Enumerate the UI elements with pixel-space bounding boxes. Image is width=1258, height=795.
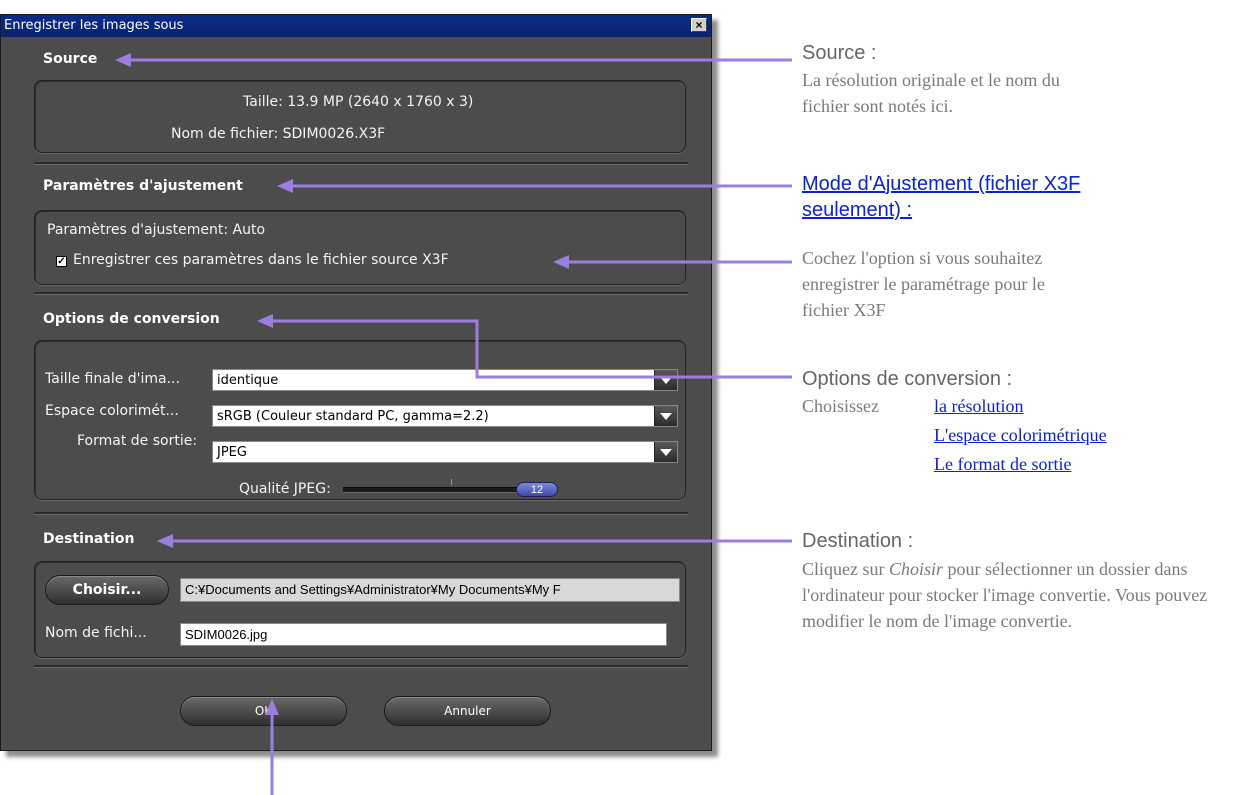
callout-arrows bbox=[115, 53, 792, 795]
arrowhead-icon bbox=[115, 53, 131, 67]
annotation-destination-choose: Choisir bbox=[889, 559, 944, 579]
annotation-adjust-link[interactable]: Mode d'Ajustement (fichier X3F seulement… bbox=[802, 171, 1102, 223]
arrowhead-icon bbox=[257, 314, 273, 328]
annotation-conversion-intro: Choisissez bbox=[802, 396, 880, 416]
conversion-arrow bbox=[270, 319, 792, 379]
link-resolution[interactable]: la résolution bbox=[934, 396, 1023, 417]
annotation-destination-body: Cliquez sur Choisir pour sélectionner un… bbox=[802, 556, 1252, 634]
arrowhead-icon bbox=[265, 699, 279, 715]
link-output-format[interactable]: Le format de sortie bbox=[934, 454, 1071, 475]
link-colorspace[interactable]: L'espace colorimétrique bbox=[934, 425, 1107, 446]
annotation-destination-text-a: Cliquez sur bbox=[802, 559, 889, 579]
annotation-conversion-heading: Options de conversion : bbox=[802, 368, 1013, 390]
annotation-adjust-body: Cochez l'option si vous souhaitez enregi… bbox=[802, 248, 1045, 320]
arrowhead-icon bbox=[277, 179, 293, 193]
annotation-source-heading: Source : bbox=[802, 42, 877, 64]
annotation-destination-heading: Destination : bbox=[802, 530, 914, 552]
annotation-source-body: La résolution originale et le nom du fic… bbox=[802, 70, 1060, 116]
arrowhead-icon bbox=[553, 255, 569, 269]
arrowhead-icon bbox=[157, 534, 173, 548]
